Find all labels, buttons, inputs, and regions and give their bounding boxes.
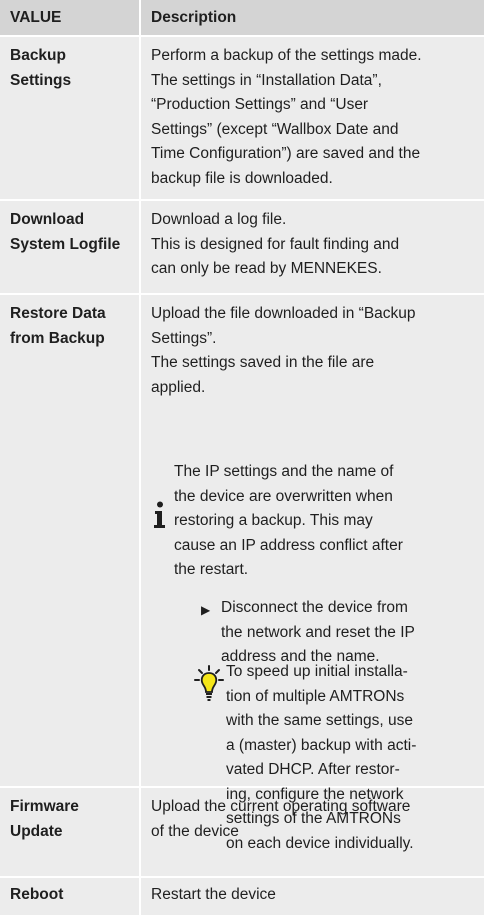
tip-line: settings of the AMTRONs <box>226 810 401 827</box>
row-key-line: Download <box>10 211 85 228</box>
row-key-line: System Logfile <box>10 235 121 253</box>
tip-line: a (master) backup with acti- <box>226 736 417 754</box>
note-line: the restart. <box>174 561 249 578</box>
tip-line: To speed up initial installa- <box>226 663 408 680</box>
table-header: VALUE Description <box>0 0 484 37</box>
desc-line: Settings”. <box>151 329 217 347</box>
desc-line: This is designed for fault finding and <box>151 235 400 253</box>
row-key: Download System Logfile <box>10 208 120 257</box>
row-key-line: Update <box>10 822 63 840</box>
row-key-line: Settings <box>10 71 72 89</box>
lightbulb-icon <box>194 665 224 701</box>
tip-line: vated DHCP. After restor- <box>226 761 400 778</box>
row-key-line: Firmware <box>10 798 79 815</box>
row-description: Perform a backup of the settings made. T… <box>151 44 480 191</box>
header-cell-value: VALUE <box>0 0 139 35</box>
note-line: The IP settings and the name of <box>174 463 394 480</box>
tip-line: on each device individually. <box>226 834 414 852</box>
tip-line: with the same settings, use <box>226 712 413 729</box>
row-key-cell: Restore Data from Backup <box>0 295 139 786</box>
row-desc-cell: Restart the device <box>139 878 484 915</box>
desc-line: backup file is downloaded. <box>151 169 333 187</box>
desc-line: Download a log file. <box>151 211 287 228</box>
note-line: cause an IP address conflict after <box>174 536 403 554</box>
note-line: restoring a backup. This may <box>174 512 373 529</box>
table-row: Backup Settings Perform a backup of the … <box>0 37 484 201</box>
desc-line: “Production Settings” and “User <box>151 96 369 113</box>
desc-line: Perform a backup of the settings made. <box>151 47 422 64</box>
tip-line: ing, configure the network <box>226 785 404 803</box>
info-icon <box>154 501 165 528</box>
row-key: Backup Settings <box>10 44 71 93</box>
tip-line: tion of multiple AMTRONs <box>226 687 405 705</box>
info-note-text: The IP settings and the name of the devi… <box>174 460 403 583</box>
desc-line: Upload the file downloaded in “Backup <box>151 305 416 322</box>
table-row: Reboot Restart the device <box>0 878 484 915</box>
desc-line: The settings in “Installation Data”, <box>151 71 382 89</box>
row-description: Download a log file. This is designed fo… <box>151 208 480 282</box>
header-cell-description: Description <box>139 0 484 35</box>
row-description: Upload the file downloaded in “Backup Se… <box>151 302 480 400</box>
row-key-cell: Reboot <box>0 878 139 915</box>
desc-line: Time Configuration”) are saved and the <box>151 145 421 162</box>
header-value-label: VALUE <box>10 9 62 26</box>
row-key-line: Reboot <box>10 886 64 903</box>
row-key: Firmware Update <box>10 795 79 844</box>
header-description-label: Description <box>151 9 237 26</box>
row-desc-cell: Perform a backup of the settings made. T… <box>139 37 484 199</box>
action-step-text: Disconnect the device from the network a… <box>221 596 415 670</box>
row-key-cell: Firmware Update <box>0 788 139 876</box>
desc-line: The settings saved in the file are <box>151 354 375 371</box>
row-key-cell: Backup Settings <box>0 37 139 199</box>
row-key: Reboot <box>10 883 63 908</box>
row-key-line: Backup <box>10 47 66 64</box>
row-desc-cell: Download a log file. This is designed fo… <box>139 201 484 293</box>
desc-line: Restart the device <box>151 886 276 903</box>
row-key: Restore Data from Backup <box>10 302 106 351</box>
table-row: Download System Logfile Download a log f… <box>0 201 484 295</box>
triangle-bullet-icon: ▶ <box>201 603 211 617</box>
desc-line: applied. <box>151 378 206 396</box>
note-line: the device are overwritten when <box>174 487 393 505</box>
step-line: Disconnect the device from <box>221 599 408 616</box>
desc-line: can only be read by MENNEKES. <box>151 260 382 277</box>
row-key-line: from Backup <box>10 329 105 347</box>
row-key-cell: Download System Logfile <box>0 201 139 293</box>
step-line: the network and reset the IP <box>221 623 415 641</box>
row-key-line: Restore Data <box>10 305 106 322</box>
tip-text: To speed up initial installa- tion of mu… <box>226 660 416 856</box>
row-description: Restart the device <box>151 883 480 908</box>
desc-line: Settings” (except “Wallbox Date and <box>151 120 399 138</box>
